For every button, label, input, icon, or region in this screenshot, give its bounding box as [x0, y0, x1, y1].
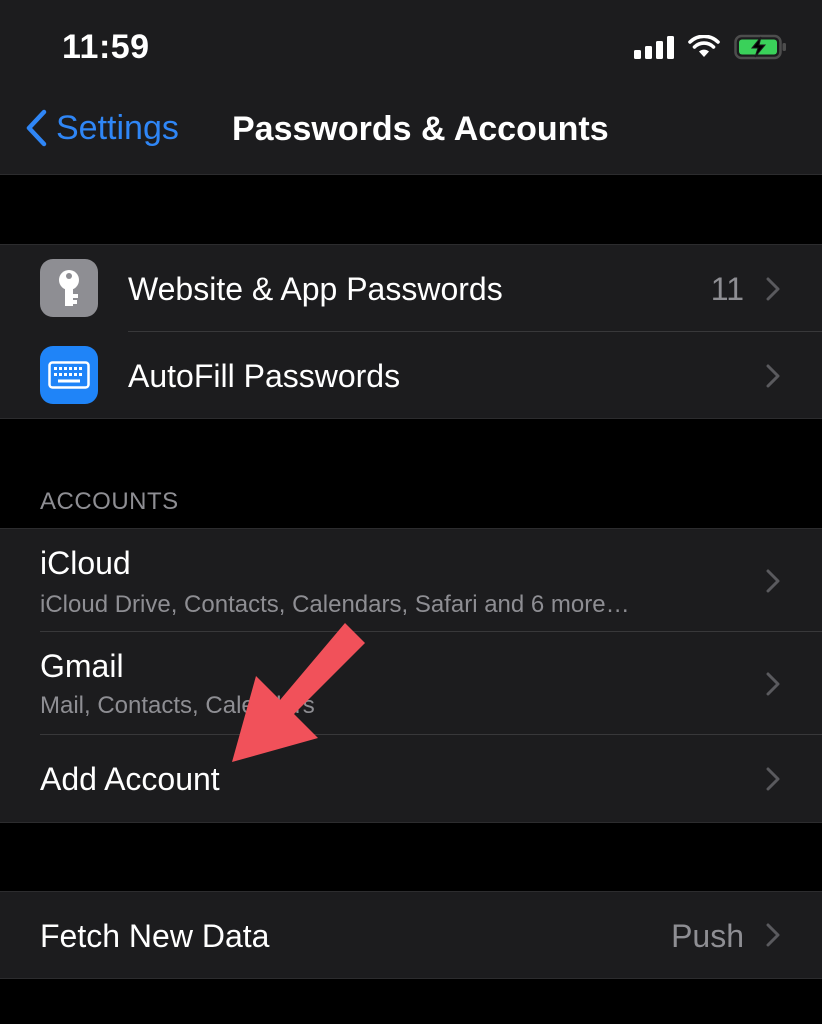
passwords-group: Website & App Passwords 11 AutoFill Pass…: [0, 244, 822, 419]
chevron-right-icon: [766, 277, 780, 300]
row-label: AutoFill Passwords: [128, 358, 401, 394]
status-icons: [634, 34, 788, 60]
row-label: Website & App Passwords: [128, 271, 503, 307]
navigation-bar: 11:59 Settings Passwords & Accounts: [0, 0, 822, 175]
chevron-right-icon: [766, 923, 780, 947]
website-app-passwords-row[interactable]: Website & App Passwords 11: [0, 245, 822, 332]
status-time: 11:59: [62, 28, 150, 66]
section-header-accounts: ACCOUNTS: [40, 488, 179, 515]
account-row-icloud[interactable]: iCloud iCloud Drive, Contacts, Calendars…: [0, 529, 822, 632]
account-name: iCloud: [40, 545, 131, 581]
accounts-group: iCloud iCloud Drive, Contacts, Calendars…: [0, 528, 822, 823]
page-title: Passwords & Accounts: [232, 110, 609, 148]
account-row-gmail[interactable]: Gmail Mail, Contacts, Calendars: [0, 632, 822, 735]
add-account-label: Add Account: [40, 761, 220, 797]
fetch-group: Fetch New Data Push: [0, 891, 822, 979]
battery-charging-icon: [734, 34, 786, 60]
chevron-left-icon: [26, 109, 47, 147]
back-button[interactable]: Settings: [24, 108, 179, 148]
cellular-signal-icon: [634, 35, 674, 59]
fetch-new-data-row[interactable]: Fetch New Data Push: [0, 892, 822, 978]
chevron-right-icon: [766, 364, 780, 387]
autofill-passwords-row[interactable]: AutoFill Passwords: [0, 332, 822, 419]
password-count: 11: [710, 271, 744, 307]
keyboard-icon: [40, 346, 98, 404]
chevron-right-icon: [766, 672, 780, 695]
chevron-right-icon: [766, 569, 780, 592]
wifi-icon: [688, 35, 720, 57]
account-detail: Mail, Contacts, Calendars: [40, 692, 315, 719]
key-icon: [40, 259, 98, 317]
fetch-new-data-label: Fetch New Data: [40, 918, 270, 954]
account-detail: iCloud Drive, Contacts, Calendars, Safar…: [40, 591, 630, 618]
fetch-value: Push: [671, 918, 744, 954]
chevron-right-icon: [766, 767, 780, 790]
add-account-row[interactable]: Add Account: [0, 735, 822, 822]
back-button-label: Settings: [56, 108, 179, 147]
account-name: Gmail: [40, 648, 124, 684]
screen: 11:59 Settings Passwords & Accounts Webs…: [0, 0, 822, 1024]
